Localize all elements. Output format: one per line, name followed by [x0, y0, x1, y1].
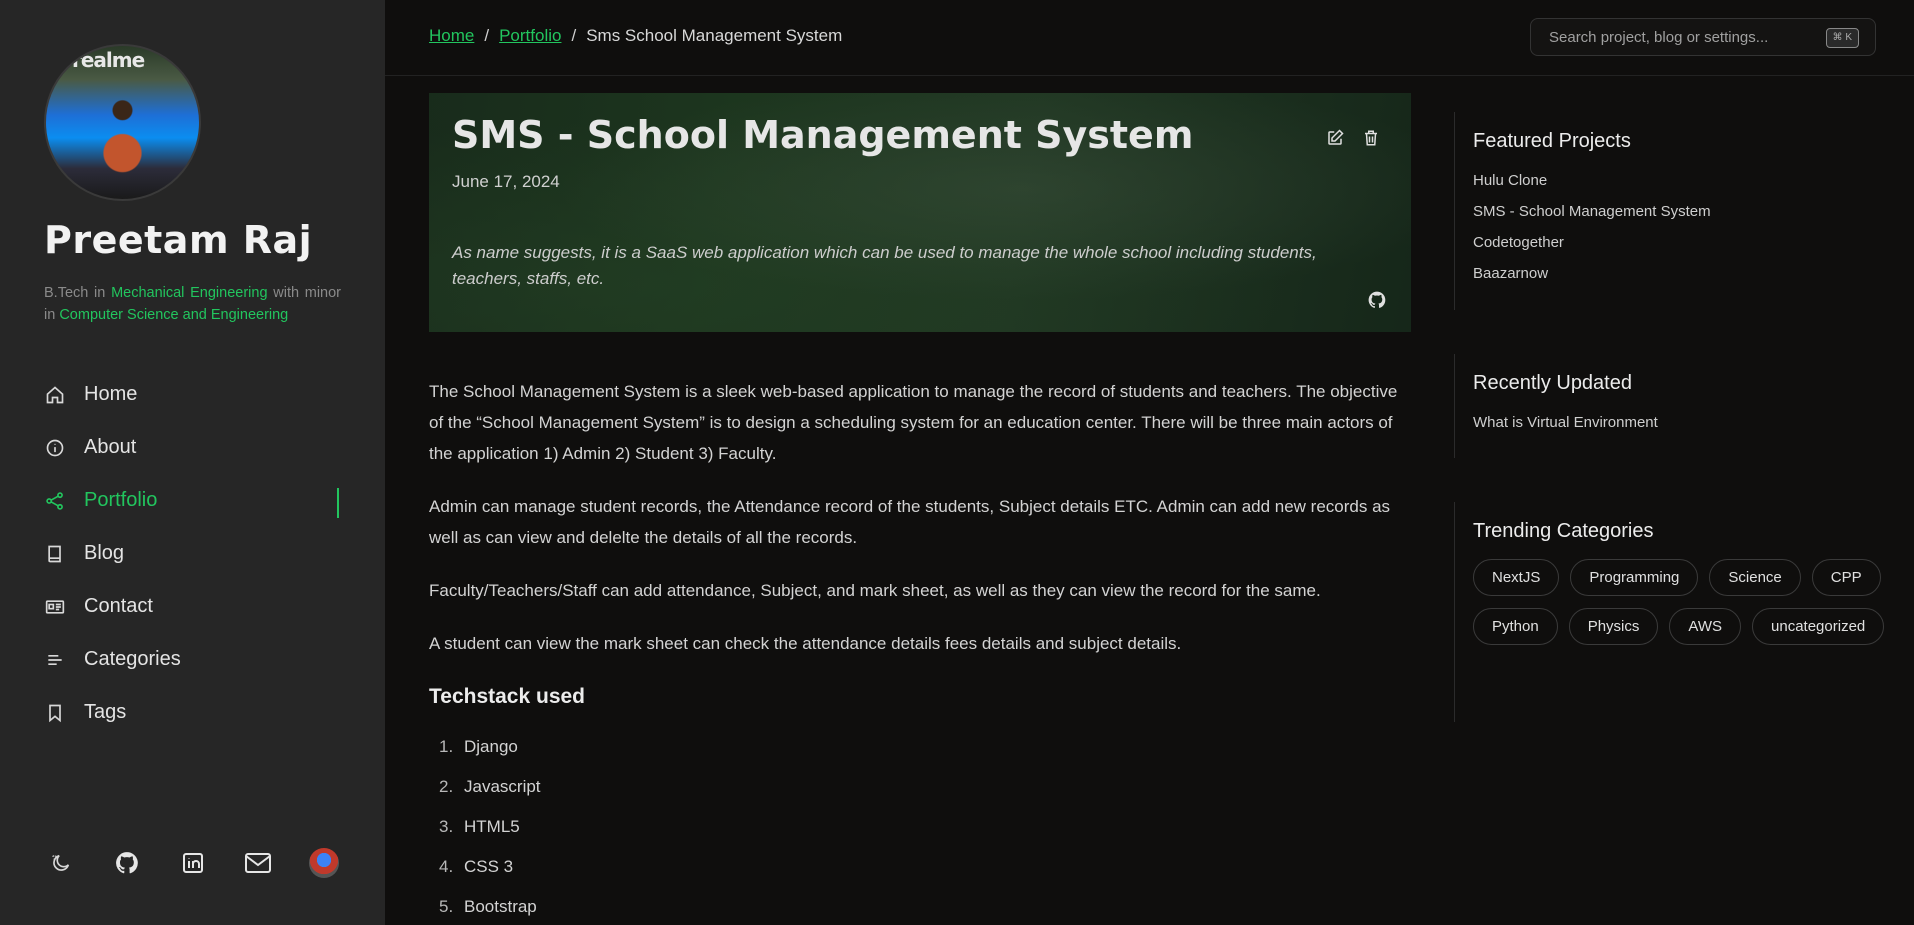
- list-label: Javascript: [464, 776, 541, 796]
- sidebar-item-label: About: [84, 436, 137, 458]
- sidebar: realme Preetam Raj B.Tech in Mechanical …: [0, 0, 385, 925]
- info-icon: [44, 437, 66, 459]
- category-tags: NextJS Programming Science CPP Python Ph…: [1473, 559, 1893, 645]
- list-number: 3.: [439, 816, 454, 836]
- trending-categories-panel: Trending Categories NextJS Programming S…: [1454, 502, 1885, 722]
- list-label: Django: [464, 736, 518, 756]
- delete-icon[interactable]: [1361, 128, 1381, 148]
- recently-updated-panel: Recently Updated What is Virtual Environ…: [1454, 354, 1874, 458]
- project-description: As name suggests, it is a SaaS web appli…: [452, 243, 1317, 288]
- category-tag[interactable]: NextJS: [1473, 559, 1560, 596]
- profile-avatar: realme: [44, 44, 201, 201]
- featured-project-link[interactable]: Baazarnow: [1473, 258, 1874, 289]
- mail-icon[interactable]: [241, 846, 275, 880]
- featured-projects-panel: Featured Projects Hulu Clone SMS - Schoo…: [1454, 112, 1874, 310]
- techstack-heading: Techstack used: [429, 685, 586, 708]
- sidebar-item-label: Portfolio: [84, 489, 158, 511]
- home-icon: [44, 384, 66, 406]
- share-icon: [44, 490, 66, 512]
- breadcrumb-home-link[interactable]: Home: [429, 26, 474, 46]
- category-tag[interactable]: Programming: [1570, 559, 1699, 596]
- paragraph: Faculty/Teachers/Staff can add attendanc…: [429, 581, 1321, 600]
- paragraph: A student can view the mark sheet can ch…: [429, 634, 1182, 653]
- topbar: Home / Portfolio / Sms School Management…: [385, 0, 1914, 76]
- sidebar-nav: Home About Portfolio Blog Contact Catego…: [44, 368, 341, 739]
- trending-categories-heading: Trending Categories: [1473, 520, 1654, 542]
- category-tag[interactable]: uncategorized: [1752, 608, 1885, 645]
- sidebar-item-label: Home: [84, 383, 138, 405]
- list-item: 4. CSS 3: [429, 846, 1411, 886]
- search-box[interactable]: ⌘ K: [1530, 18, 1876, 56]
- bio-major-link[interactable]: Mechanical Engineering: [111, 285, 267, 301]
- lines-icon: [44, 649, 66, 671]
- sidebar-item-label: Blog: [84, 542, 125, 564]
- category-tag[interactable]: Science: [1709, 559, 1801, 596]
- list-item: 1. Django: [429, 726, 1411, 766]
- breadcrumb: Home / Portfolio / Sms School Management…: [429, 26, 842, 46]
- list-item: 3. HTML5: [429, 806, 1411, 846]
- sidebar-item-contact[interactable]: Contact: [44, 580, 341, 633]
- sidebar-item-categories[interactable]: Categories: [44, 633, 341, 686]
- project-hero: SMS - School Management System June 17, …: [429, 93, 1411, 332]
- edit-icon[interactable]: [1325, 128, 1345, 148]
- social-links: [44, 846, 341, 880]
- category-tag[interactable]: AWS: [1669, 608, 1742, 645]
- category-tag[interactable]: CPP: [1811, 559, 1881, 596]
- book-icon: [44, 543, 66, 565]
- sidebar-item-blog[interactable]: Blog: [44, 527, 341, 580]
- list-number: 1.: [439, 736, 454, 756]
- search-shortcut-badge: ⌘ K: [1825, 28, 1859, 48]
- sidebar-item-label: Contact: [84, 595, 153, 617]
- profile-name: Preetam Raj: [44, 218, 313, 262]
- breadcrumb-separator: /: [484, 26, 490, 45]
- paragraph: The School Management System is a sleek …: [429, 382, 1398, 463]
- sidebar-item-tags[interactable]: Tags: [44, 686, 341, 739]
- list-item: 2. Javascript: [429, 766, 1411, 806]
- avatar[interactable]: [307, 846, 341, 880]
- sidebar-item-label: Categories: [84, 648, 181, 670]
- article-body: The School Management System is a sleek …: [429, 376, 1411, 925]
- category-tag[interactable]: Python: [1473, 608, 1558, 645]
- profile-bio: B.Tech in Mechanical Engineering with mi…: [44, 282, 341, 326]
- featured-project-link[interactable]: Hulu Clone: [1473, 165, 1874, 196]
- github-icon[interactable]: [110, 846, 144, 880]
- breadcrumb-portfolio-link[interactable]: Portfolio: [499, 26, 561, 46]
- featured-project-link[interactable]: Codetogether: [1473, 227, 1874, 258]
- recent-post-link[interactable]: What is Virtual Environment: [1473, 407, 1874, 438]
- id-card-icon: [44, 596, 66, 618]
- paragraph: Admin can manage student records, the At…: [429, 497, 1391, 547]
- featured-project-link[interactable]: SMS - School Management System: [1473, 196, 1874, 227]
- techstack-list: 1. Django 2. Javascript 3. HTML5 4. CSS 3 5.…: [429, 726, 1411, 925]
- avatar-background-text: realme: [72, 48, 145, 72]
- list-number: 2.: [439, 776, 454, 796]
- search-input[interactable]: [1531, 19, 1875, 55]
- bio-text: B.Tech in: [44, 285, 112, 301]
- category-tag[interactable]: Physics: [1568, 608, 1659, 645]
- breadcrumb-separator: /: [571, 26, 577, 45]
- linkedin-icon[interactable]: [176, 846, 210, 880]
- mini-avatar-image: [309, 848, 339, 878]
- list-item: 5. Bootstrap: [429, 886, 1411, 925]
- sidebar-item-about[interactable]: About: [44, 421, 341, 474]
- list-number: 4.: [439, 856, 454, 876]
- bookmark-icon: [44, 702, 66, 724]
- bio-minor-link[interactable]: Computer Science and Engineering: [59, 307, 288, 323]
- sidebar-item-label: Tags: [84, 701, 127, 723]
- sidebar-item-portfolio[interactable]: Portfolio: [44, 474, 341, 527]
- list-label: Bootstrap: [464, 896, 537, 916]
- sidebar-item-home[interactable]: Home: [44, 368, 341, 421]
- page-title: SMS - School Management System: [452, 113, 1194, 157]
- list-label: HTML5: [464, 816, 520, 836]
- theme-toggle-icon[interactable]: [44, 846, 78, 880]
- recently-updated-heading: Recently Updated: [1473, 372, 1632, 394]
- list-label: CSS 3: [464, 856, 514, 876]
- breadcrumb-current: Sms School Management System: [586, 26, 843, 45]
- featured-projects-heading: Featured Projects: [1473, 130, 1631, 152]
- github-icon[interactable]: [1367, 290, 1387, 310]
- publish-date: June 17, 2024: [452, 172, 560, 191]
- list-number: 5.: [439, 896, 454, 916]
- hero-actions: [1325, 128, 1381, 148]
